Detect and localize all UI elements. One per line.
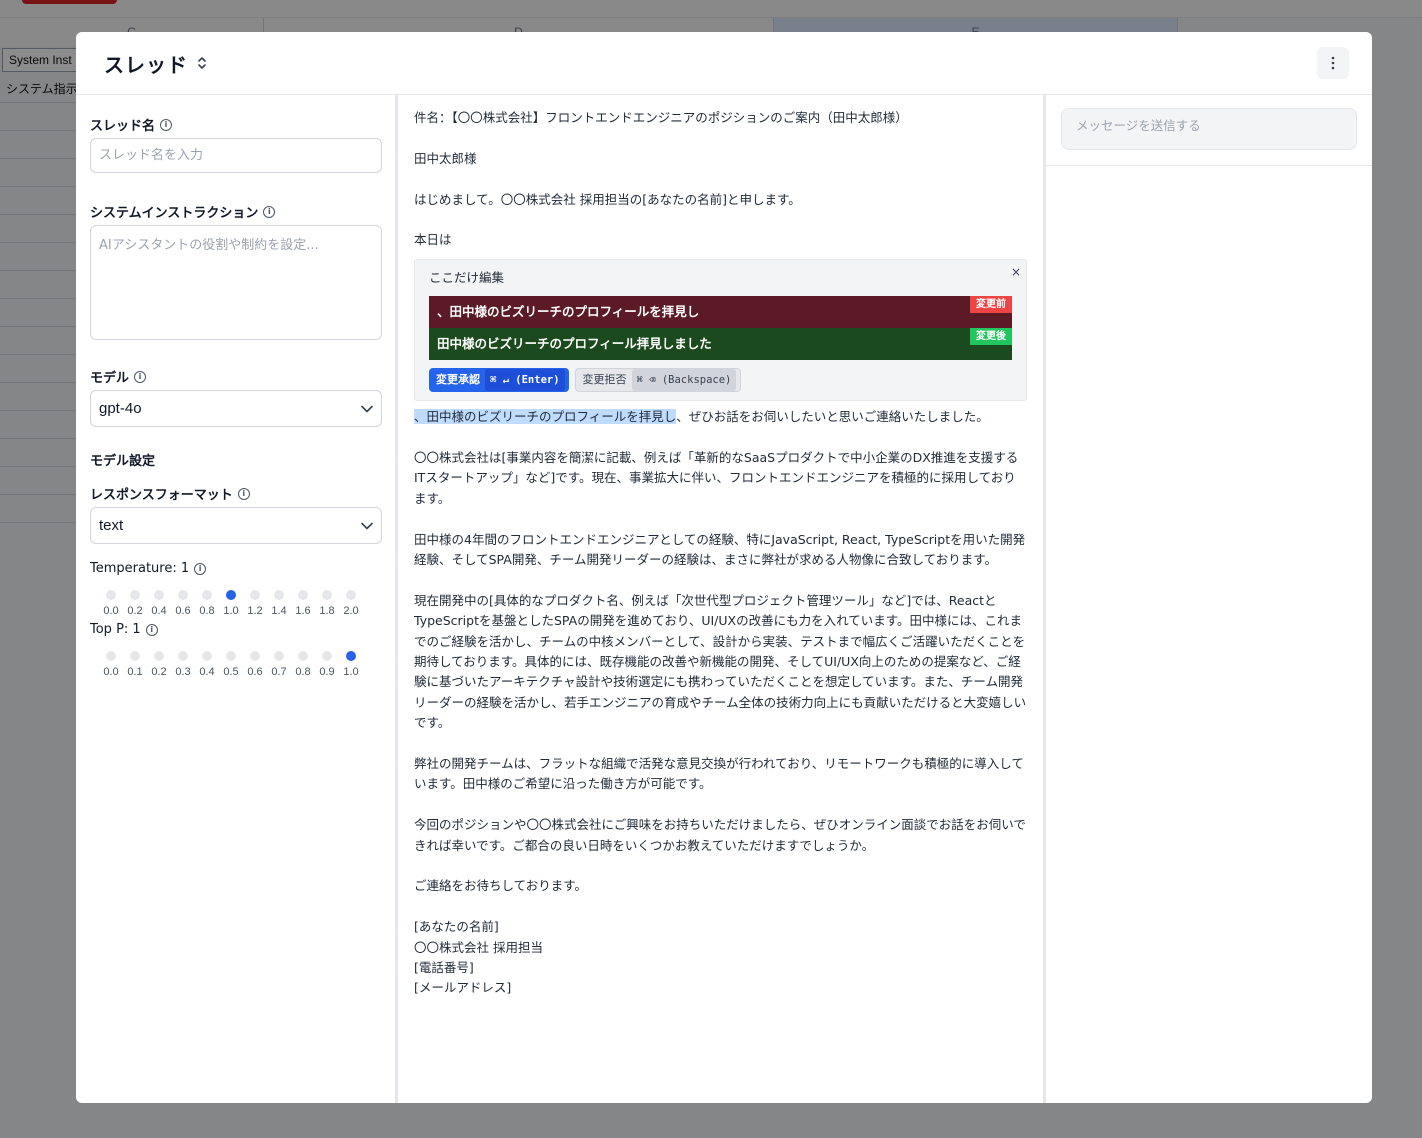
inline-edit-box: ここだけ編集 × 、田中様のビズリーチのプロフィールを拝見し 変更前 田中様のビ… [414,258,1027,402]
temperature-step[interactable] [178,590,188,600]
edit-actions: 変更承認 ⌘ ↵ (Enter) 変更拒否 ⌘ ⌫ (Backspace) [429,368,1012,393]
top-p-tick-label: 1.0 [343,666,359,678]
more-vertical-icon [1331,56,1335,70]
after-badge: 変更後 [970,328,1012,346]
temperature-step[interactable] [274,590,284,600]
inline-edit-title: ここだけ編集 [429,269,505,285]
model-label: モデル i [90,367,381,386]
info-icon[interactable]: i [134,370,147,383]
temperature-slider[interactable]: 0.0 0.2 0.4 0.6 0.8 1.0 1.2 1.4 1.6 1.8 2.0 [103,584,366,618]
info-icon[interactable]: i [194,562,207,575]
email-today: 本日は [414,232,452,248]
chevron-down-icon [361,522,373,529]
signature-name: [あなたの名前] [414,919,499,935]
settings-panel: スレッド名 i スレッド名を入力 システムインストラクション i AIアシスタン… [76,95,398,1103]
model-select[interactable]: gpt-4o [90,390,382,427]
info-icon[interactable]: i [237,487,250,500]
response-format-select[interactable]: text [90,507,382,544]
temperature-step[interactable] [202,590,212,600]
top-p-step[interactable] [250,651,260,661]
signature-company: 〇〇株式会社 採用担当 [414,939,543,955]
chevron-up-down-icon[interactable] [196,54,208,72]
top-p-step[interactable] [274,651,284,661]
email-closing: ご連絡をお待ちしております。 [414,878,588,894]
top-p-step[interactable] [130,651,140,661]
email-subject: 件名：【〇〇株式会社】フロントエンドエンジニアのポジションのご案内（田中太郎様） [414,110,908,125]
reject-change-button[interactable]: 変更拒否 ⌘ ⌫ (Backspace) [574,368,742,393]
temperature-step[interactable] [298,590,308,600]
reject-change-label: 変更拒否 [582,373,627,386]
selected-text[interactable]: 、田中様のビズリーチのプロフィールを拝見し [414,409,677,425]
accept-change-label: 変更承認 [436,373,480,386]
top-p-label: Top P: 1 i [90,622,381,637]
response-format-label: レスポンスフォーマット i [90,484,381,503]
diff-after-text: 田中様のビズリーチのプロフィール拝見しました [437,336,712,352]
model-label-text: モデル [90,371,130,386]
accept-shortcut: ⌘ ↵ (Enter) [485,369,565,392]
top-p-step[interactable] [298,651,308,661]
temperature-tick-label: 2.0 [343,605,359,617]
temperature-step[interactable] [346,590,356,600]
diff-after-row: 田中様のビズリーチのプロフィール拝見しました 変更後 [429,328,1012,361]
system-instruction-label-text: システムインストラクション [90,206,259,221]
top-p-label-text: Top P: 1 [90,622,141,637]
temperature-label: Temperature: 1 i [90,561,381,576]
email-editor[interactable]: 件名：【〇〇株式会社】フロントエンドエンジニアのポジションのご案内（田中太郎様）… [398,95,1046,1103]
top-p-step[interactable] [322,651,332,661]
modal-body: スレッド名 i スレッド名を入力 システムインストラクション i AIアシスタン… [76,95,1372,1103]
thread-name-input[interactable]: スレッド名を入力 [90,138,382,173]
email-team: 弊社の開発チームは、フラットな組織で活発な意見交換が行われており、リモートワーク… [414,756,1024,792]
chevron-down-icon [361,405,373,412]
info-icon[interactable]: i [263,205,276,218]
info-icon[interactable]: i [145,623,158,636]
accept-change-button[interactable]: 変更承認 ⌘ ↵ (Enter) [429,368,569,393]
message-input[interactable]: メッセージを送信する [1061,108,1357,150]
email-greeting: 田中太郎様 [414,150,477,166]
diff-before-row: 、田中様のビズリーチのプロフィールを拝見し 変更前 [429,296,1012,329]
top-p-step[interactable] [346,651,356,661]
modal-title[interactable]: スレッド [104,49,188,78]
signature-email: [メールアドレス] [414,980,512,996]
email-product: 現在開発中の[具体的なプロダクト名、例えば「次世代型プロジェクト管理ツール」など… [414,592,1027,731]
reject-shortcut: ⌘ ⌫ (Backspace) [631,369,737,392]
email-document[interactable]: 件名：【〇〇株式会社】フロントエンドエンジニアのポジションのご案内（田中太郎様）… [414,108,1027,999]
info-icon[interactable]: i [160,118,173,131]
chat-panel: メッセージを送信する [1046,95,1372,1103]
message-input-wrap: メッセージを送信する [1046,95,1372,166]
temperature-step[interactable] [130,590,140,600]
email-company: 〇〇株式会社は[事業内容を簡潔に記載、例えば「革新的なSaaSプロダクトで中小企… [414,450,1019,506]
top-p-step[interactable] [178,651,188,661]
temperature-label-text: Temperature: 1 [90,561,190,576]
more-options-button[interactable] [1317,47,1349,79]
before-badge: 変更前 [970,296,1012,314]
temperature-step[interactable] [154,590,164,600]
top-p-slider[interactable]: 0.0 0.1 0.2 0.3 0.4 0.5 0.6 0.7 0.8 0.9 1.0 [103,645,366,679]
top-p-step[interactable] [202,651,212,661]
system-instruction-textarea[interactable]: AIアシスタントの役割や制約を設定... [90,225,382,340]
thread-name-label-text: スレッド名 [90,119,156,134]
temperature-step[interactable] [106,590,116,600]
system-instruction-label: システムインストラクション i [90,202,381,221]
signature-phone: [電話番号] [414,960,474,976]
temperature-step[interactable] [250,590,260,600]
response-format-label-text: レスポンスフォーマット [90,488,233,503]
modal-header: スレッド [76,32,1372,95]
top-p-step[interactable] [154,651,164,661]
top-p-step[interactable] [106,651,116,661]
highlight-continuation: 、ぜひお話をお伺いしたいと思いご連絡いたしました。 [676,409,989,425]
temperature-step[interactable] [226,590,236,600]
email-highlight-paragraph: 、田中様のビズリーチのプロフィールを拝見し、ぜひお話をお伺いしたいと思いご連絡い… [414,407,1027,427]
model-settings-title: モデル設定 [90,454,156,469]
close-icon[interactable]: × [1011,262,1021,282]
email-experience: 田中様の4年間のフロントエンドエンジニアとしての経験、特にJavaScript,… [414,531,1026,568]
top-p-step[interactable] [226,651,236,661]
diff-before-text: 、田中様のビズリーチのプロフィールを拝見し [437,304,700,320]
email-intro: はじめまして。〇〇株式会社 採用担当の[あなたの名前]と申します。 [414,191,801,207]
thread-modal: スレッド スレッド名 i スレッド名を入力 システムインストラクション i AI… [76,32,1372,1103]
email-interest: 今回のポジションや〇〇株式会社にご興味をお持ちいただけましたら、ぜひオンライン面… [414,817,1026,853]
model-select-value: gpt-4o [99,400,142,417]
response-format-value: text [99,517,124,534]
thread-name-label: スレッド名 i [90,115,381,134]
temperature-step[interactable] [322,590,332,600]
